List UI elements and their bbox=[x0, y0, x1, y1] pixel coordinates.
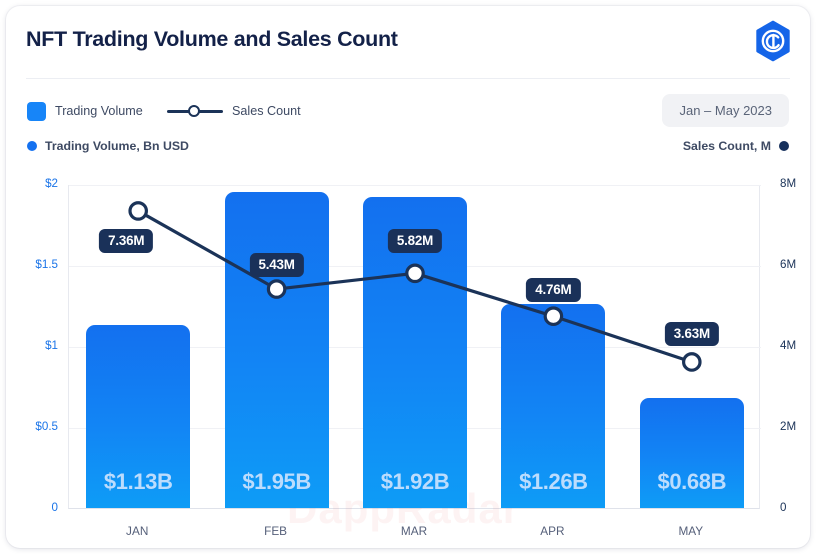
right-y-tick-label: 2M bbox=[780, 420, 797, 433]
right-y-tick-label: 0 bbox=[780, 501, 787, 514]
line-point-marker[interactable] bbox=[681, 352, 702, 372]
navy-dot-icon bbox=[779, 141, 789, 151]
bar-value-label: $1.13B bbox=[103, 469, 173, 494]
bar[interactable]: $1.95B bbox=[224, 192, 329, 508]
legend-item-trading-volume[interactable]: Trading Volume bbox=[27, 99, 143, 123]
line-point-value-label: 3.63M bbox=[664, 321, 719, 346]
right-y-axis: 0 2M 4M 6M 8M bbox=[770, 177, 810, 514]
gridline bbox=[69, 185, 761, 186]
legend: Trading Volume Sales Count Jan – May 202… bbox=[6, 94, 810, 130]
right-axis-title-label: Sales Count, M bbox=[682, 139, 771, 153]
chart-card: NFT Trading Volume and Sales Count Tradi… bbox=[6, 6, 810, 548]
plot-canvas: DappRadar $1.13B $1.95B $1.92B $1.26B $0.68B… bbox=[68, 185, 761, 532]
legend-label-trading-volume: Trading Volume bbox=[55, 104, 143, 118]
bar-value-label: $1.26B bbox=[519, 469, 588, 494]
left-y-tick-label: 0 bbox=[51, 501, 58, 514]
line-circle-marker-icon bbox=[167, 105, 223, 117]
left-y-tick-label: $1.5 bbox=[35, 258, 58, 271]
axis-title-row: Trading Volume, Bn USD Sales Count, M bbox=[6, 137, 810, 159]
bar-value-label: $1.95B bbox=[242, 469, 311, 494]
x-tick-label: APR bbox=[540, 524, 565, 538]
right-y-tick-label: 8M bbox=[780, 177, 797, 190]
plot-area: 0 $0.5 $1 $1.5 $2 0 2M 4M 6M 8M DappRadar $1.13B… bbox=[6, 176, 810, 548]
right-y-tick-label: 6M bbox=[780, 258, 797, 271]
line-point-marker[interactable] bbox=[128, 201, 148, 221]
line-point-value-label: 5.43M bbox=[249, 253, 304, 278]
bar-value-label: $1.92B bbox=[380, 469, 450, 494]
bar[interactable]: $0.68B bbox=[639, 397, 744, 508]
date-range-badge[interactable]: Jan – May 2023 bbox=[662, 94, 789, 127]
line-point-value-label: 4.76M bbox=[526, 278, 581, 303]
line-point-value-label: 5.82M bbox=[387, 229, 443, 254]
left-y-axis: 0 $0.5 $1 $1.5 $2 bbox=[6, 177, 58, 514]
bar[interactable]: $1.13B bbox=[86, 324, 191, 508]
blue-dot-icon bbox=[27, 141, 37, 151]
left-axis-title-label: Trading Volume, Bn USD bbox=[45, 139, 189, 153]
brand-hexagon-spiral-icon bbox=[752, 20, 794, 62]
x-tick-label: MAR bbox=[400, 524, 428, 538]
left-y-tick-label: $0.5 bbox=[35, 420, 58, 433]
x-axis: JAN FEB MAR APR MAY bbox=[68, 518, 760, 544]
legend-label-sales-count: Sales Count bbox=[232, 104, 301, 118]
left-y-tick-label: $1 bbox=[45, 339, 58, 352]
line-point-value-label: 7.36M bbox=[99, 228, 154, 253]
page-title: NFT Trading Volume and Sales Count bbox=[26, 27, 398, 51]
right-axis-title: Sales Count, M bbox=[683, 139, 789, 153]
chart-header: NFT Trading Volume and Sales Count bbox=[6, 6, 810, 78]
bar[interactable]: $1.26B bbox=[501, 303, 606, 508]
header-divider bbox=[26, 78, 790, 79]
x-tick-label: JAN bbox=[126, 524, 149, 538]
left-axis-title: Trading Volume, Bn USD bbox=[27, 139, 189, 153]
x-tick-label: FEB bbox=[264, 524, 288, 538]
legend-item-sales-count[interactable]: Sales Count bbox=[167, 99, 301, 123]
x-tick-label: MAY bbox=[678, 524, 704, 538]
left-y-tick-label: $2 bbox=[45, 177, 58, 190]
right-y-tick-label: 4M bbox=[780, 339, 797, 352]
bar-value-label: $0.68B bbox=[657, 469, 727, 494]
blue-square-swatch-icon bbox=[27, 101, 46, 121]
